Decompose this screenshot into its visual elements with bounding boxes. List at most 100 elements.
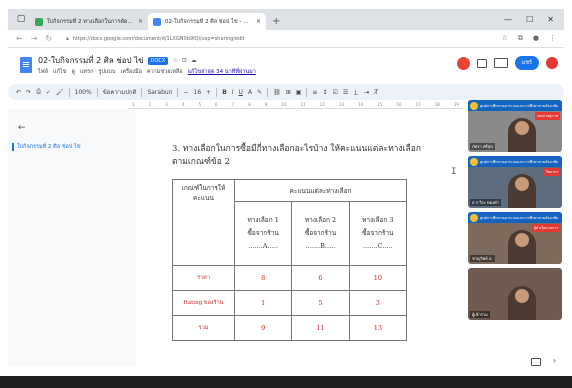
menu-tools[interactable]: เครื่องมือ: [120, 68, 141, 76]
font-size-increase-icon[interactable]: +: [206, 89, 211, 96]
close-tab-icon[interactable]: ✕: [138, 18, 143, 25]
avatar[interactable]: [546, 57, 558, 69]
share-button[interactable]: แชร์: [514, 56, 539, 70]
docs-header: 02-ใบกิจกรรมที่ 2 ศิล ช่อป ไข่ DOCX ☆ ⊡ …: [8, 48, 564, 84]
redo-icon[interactable]: ↷: [26, 89, 31, 96]
ruler-tick: 2: [148, 102, 152, 107]
maximize-icon[interactable]: ☐: [526, 15, 533, 24]
close-window-icon[interactable]: ✕: [547, 15, 554, 24]
italic-button[interactable]: I: [232, 89, 234, 96]
table-row: รวม 9 11 13: [172, 315, 408, 341]
comment-add-icon[interactable]: ⊞: [286, 89, 291, 96]
comments-icon[interactable]: [476, 58, 487, 68]
checklist-icon[interactable]: ☑: [332, 89, 337, 96]
window-menu-icon[interactable]: ▢: [14, 12, 28, 26]
menu-format[interactable]: รูปแบบ: [98, 68, 115, 76]
window-controls: — ☐ ✕: [504, 15, 564, 30]
present-icon[interactable]: [493, 58, 508, 68]
menu-edit[interactable]: แก้ไข: [53, 68, 66, 76]
star-icon[interactable]: ☆: [502, 34, 508, 43]
clear-format-icon[interactable]: T̸: [374, 89, 378, 96]
forward-icon[interactable]: →: [31, 34, 38, 43]
bullet-list-icon[interactable]: ☰: [343, 89, 348, 96]
browser-menu-icon[interactable]: ⋮: [549, 34, 556, 43]
participant-tile[interactable]: ศูนย์การศึกษานอกระบบและการศึกษาตามอัธยาศ…: [468, 100, 562, 152]
tab-title: 02-ใบกิจกรรมที่ 2 ศิล ช่อป ไข่ - Google …: [165, 18, 252, 25]
ruler-tick: 6: [215, 102, 218, 107]
chevron-right-icon[interactable]: ›: [553, 356, 556, 365]
paint-format-icon[interactable]: 🖌︎: [56, 89, 64, 96]
image-icon[interactable]: ▣: [296, 89, 302, 96]
ruler[interactable]: 1 2 3 4 5 6 7 8 9 10 11 12 13 14 15 16 1…: [128, 101, 463, 109]
link-icon[interactable]: ⛓︎: [273, 89, 281, 96]
last-edit-link[interactable]: แก้ไขล่าสุด 34 นาทีที่ผ่านมา: [188, 68, 256, 76]
indent-icon[interactable]: ⇥: [364, 89, 369, 96]
move-folder-icon[interactable]: ⊡: [182, 57, 187, 64]
participant-tile[interactable]: ศูนย์การศึกษานอกระบบและการศึกษาตามอัธยาศ…: [468, 156, 562, 208]
style-select[interactable]: ข้อความปกติ: [103, 87, 137, 97]
zoom-select[interactable]: 100%: [75, 89, 92, 96]
option-blank: .......A.....: [248, 242, 278, 250]
role-badge: วิทยากร: [543, 168, 560, 176]
participant-tile[interactable]: ศูนย์การศึกษานอกระบบและการศึกษาตามอัธยาศ…: [468, 212, 562, 264]
undo-icon[interactable]: ↶: [16, 89, 21, 96]
ruler-tick: 12: [319, 102, 325, 107]
reload-icon[interactable]: ↻: [45, 34, 52, 43]
highlight-icon[interactable]: ✎: [257, 89, 262, 96]
participant-video: [508, 118, 536, 152]
ruler-tick: 13: [338, 102, 345, 107]
browser-actions: ☆ ⧉ ● ⋮: [502, 34, 556, 43]
menu-insert[interactable]: แทรก: [80, 68, 93, 76]
participant-tile[interactable]: ผู้เข้าร่วม: [468, 268, 562, 320]
close-tab-icon[interactable]: ✕: [256, 18, 261, 25]
text-color-button[interactable]: A: [248, 89, 252, 96]
ruler-tick: 19: [453, 102, 459, 107]
cloud-status-icon[interactable]: ☁: [191, 57, 197, 64]
meet-icon[interactable]: [456, 56, 470, 70]
participant-name: ส.ฯ วีระ ทองคำ: [470, 199, 501, 206]
ruler-tick: 3: [165, 102, 168, 107]
new-tab-button[interactable]: +: [272, 16, 280, 27]
toolbar-divider: [177, 87, 179, 97]
participant-video: [508, 286, 536, 320]
align-icon[interactable]: ≡: [312, 89, 317, 96]
text-cursor-icon: I: [451, 167, 457, 177]
doc-title[interactable]: 02-ใบกิจกรรมที่ 2 ศิล ช่อป ไข่: [38, 54, 144, 67]
menu-view[interactable]: ดู: [71, 68, 75, 76]
bold-button[interactable]: B: [222, 89, 227, 96]
strip-text: ศูนย์การศึกษานอกระบบและการศึกษาตามอัธยาศ…: [480, 215, 559, 220]
font-size-decrease-icon[interactable]: −: [183, 89, 188, 96]
browser-tab-2[interactable]: 02-ใบกิจกรรมที่ 2 ศิล ช่อป ไข่ - Google …: [148, 13, 266, 30]
explore-icon[interactable]: [531, 358, 541, 366]
star-icon[interactable]: ☆: [172, 57, 177, 64]
participant-name: ชาญวิทย์ ส.: [470, 255, 495, 262]
underline-button[interactable]: U: [239, 89, 243, 96]
agency-logo-icon: [470, 213, 478, 222]
options-group-header: คะแนนแต่ละทางเลือก: [234, 179, 407, 202]
role-badge: แต่งกายสุภาพ: [534, 112, 560, 120]
score-cell: 3: [348, 290, 408, 316]
minimize-icon[interactable]: —: [504, 15, 512, 24]
document-page[interactable]: 3. ทางเลือกในการซื้อมีกี่ทางเลือกอะไรบ้า…: [136, 109, 464, 366]
heading-line: ตามเกณฑ์ข้อ 2: [172, 157, 230, 167]
menu-help[interactable]: ความช่วยเหลือ: [147, 68, 183, 76]
docs-logo-icon[interactable]: [20, 57, 32, 73]
spellcheck-icon[interactable]: ✓: [46, 89, 51, 96]
profile-icon[interactable]: ●: [533, 34, 539, 43]
url-field[interactable]: 🔒︎ https://docs.google.com/document/d/1L…: [60, 32, 494, 45]
outline-item[interactable]: ใบกิจกรรมที่ 2 ศิล ช่อป ไข่: [12, 143, 122, 151]
back-icon[interactable]: ←: [16, 34, 23, 43]
participant-name: ภัทรา ศรีสุข: [470, 143, 495, 150]
font-select[interactable]: Sarabun: [147, 89, 172, 96]
print-icon[interactable]: ⎙: [36, 88, 41, 96]
font-size-input[interactable]: 16: [194, 89, 202, 96]
browser-tab-1[interactable]: ใบกิจกรรมที่ 2 ทางเลือกในการตัดสินใจ ✕: [30, 13, 148, 30]
outline-back-icon[interactable]: ←: [18, 123, 122, 133]
channel-strip: ศูนย์การศึกษานอกระบบและการศึกษาตามอัธยาศ…: [468, 156, 562, 167]
ruler-tick: 11: [300, 102, 306, 107]
numbered-list-icon[interactable]: ⒈: [353, 88, 359, 97]
extensions-icon[interactable]: ⧉: [518, 34, 523, 43]
menu-file[interactable]: ไฟล์: [38, 68, 48, 76]
option-blank: .......C.....: [363, 242, 393, 250]
line-spacing-icon[interactable]: ↕: [322, 89, 327, 96]
